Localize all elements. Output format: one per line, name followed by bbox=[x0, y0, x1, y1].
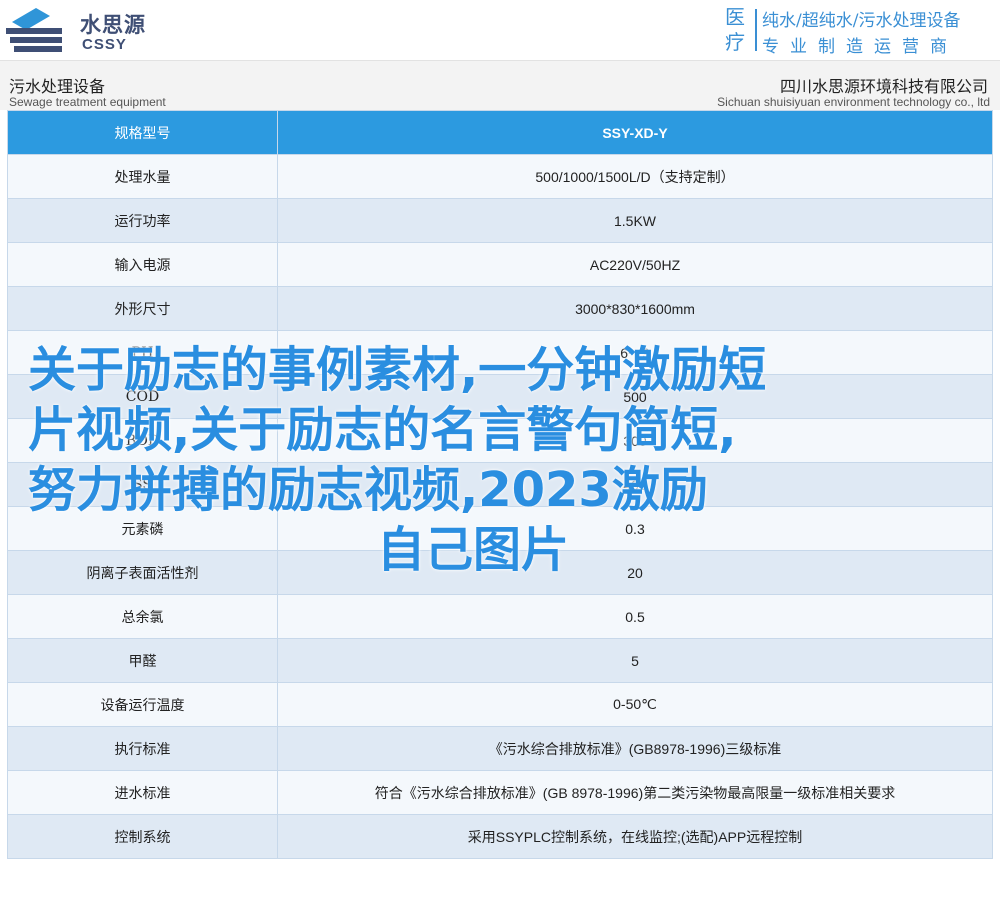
product-category-en: Sewage treatment equipment bbox=[9, 95, 166, 109]
badge-big-text: 医疗 bbox=[725, 5, 745, 54]
row-value: 0-50℃ bbox=[277, 682, 993, 727]
row-value: 0.5 bbox=[277, 594, 993, 639]
company-name-en: Sichuan shuisiyuan environment technolog… bbox=[717, 95, 990, 109]
table-header-row: 规格型号 SSY-XD-Y bbox=[7, 110, 993, 155]
badge-line-1: 纯水/超纯水/污水处理设备 bbox=[762, 11, 961, 31]
badge-line-2: 专业制造运营商 bbox=[762, 37, 958, 57]
row-value: 《污水综合排放标准》(GB8978-1996)三级标准 bbox=[277, 726, 993, 771]
table-row: 进水标准 符合《污水综合排放标准》(GB 8978-1996)第二类污染物最高限量… bbox=[7, 770, 993, 815]
table-row: 甲醛 5 bbox=[7, 638, 993, 683]
row-label: 进水标准 bbox=[7, 770, 278, 815]
table-row: 处理水量 500/1000/1500L/D（支持定制） bbox=[7, 154, 993, 199]
row-label: 外形尺寸 bbox=[7, 286, 278, 331]
row-value: 符合《污水综合排放标准》(GB 8978-1996)第二类污染物最高限量一级标准… bbox=[277, 770, 993, 815]
row-label: 甲醛 bbox=[7, 638, 278, 683]
row-label: 输入电源 bbox=[7, 242, 278, 287]
row-label: 运行功率 bbox=[7, 198, 278, 243]
row-value: 500/1000/1500L/D（支持定制） bbox=[277, 154, 993, 199]
logo-text-cn: 水思源 bbox=[80, 13, 146, 37]
row-value: AC220V/50HZ bbox=[277, 242, 993, 287]
table-row: 总余氯 0.5 bbox=[7, 594, 993, 639]
overlay-line-4: 自己图片 bbox=[376, 522, 569, 578]
product-category-cn: 污水处理设备 bbox=[9, 77, 106, 96]
logo-text-en: CSSY bbox=[82, 36, 127, 53]
table-row: 输入电源 AC220V/50HZ bbox=[7, 242, 993, 287]
row-value: 1.5KW bbox=[277, 198, 993, 243]
overlay-line-1: 关于励志的事例素材,一分钟激励短 bbox=[28, 342, 767, 398]
water-drop-logo-icon bbox=[6, 8, 62, 52]
top-banner: 水思源 CSSY 医疗 纯水/超纯水/污水处理设备 专业制造运营商 bbox=[0, 0, 1000, 60]
service-badge: 医疗 纯水/超纯水/污水处理设备 专业制造运营商 bbox=[725, 5, 997, 57]
table-row: 运行功率 1.5KW bbox=[7, 198, 993, 243]
table-row: 外形尺寸 3000*830*1600mm bbox=[7, 286, 993, 331]
row-value: 5 bbox=[277, 638, 993, 683]
badge-divider bbox=[755, 9, 757, 51]
row-label: 处理水量 bbox=[7, 154, 278, 199]
company-name-cn: 四川水思源环境科技有限公司 bbox=[779, 77, 988, 96]
row-label: 控制系统 bbox=[7, 814, 278, 859]
table-row: 控制系统 采用SSYPLC控制系统，在线监控;(选配)APP远程控制 bbox=[7, 814, 993, 859]
table-row: 设备运行温度 0-50℃ bbox=[7, 682, 993, 727]
table-header-label: 规格型号 bbox=[7, 110, 278, 155]
row-label: 总余氯 bbox=[7, 594, 278, 639]
overlay-line-2: 片视频,关于励志的名言警句简短, bbox=[28, 402, 737, 458]
row-value: 3000*830*1600mm bbox=[277, 286, 993, 331]
table-row: 执行标准 《污水综合排放标准》(GB8978-1996)三级标准 bbox=[7, 726, 993, 771]
company-logo[interactable]: 水思源 CSSY bbox=[6, 6, 156, 54]
row-label: 设备运行温度 bbox=[7, 682, 278, 727]
row-value: 采用SSYPLC控制系统，在线监控;(选配)APP远程控制 bbox=[277, 814, 993, 859]
product-header: 污水处理设备 Sewage treatment equipment 四川水思源环… bbox=[0, 60, 1000, 110]
table-header-value: SSY-XD-Y bbox=[277, 110, 993, 155]
overlay-headline: 关于励志的事例素材,一分钟激励短 片视频,关于励志的名言警句简短, 努力拼搏的励… bbox=[28, 340, 958, 580]
row-label: 执行标准 bbox=[7, 726, 278, 771]
overlay-line-3: 努力拼搏的励志视频,2023激励 bbox=[28, 462, 708, 518]
